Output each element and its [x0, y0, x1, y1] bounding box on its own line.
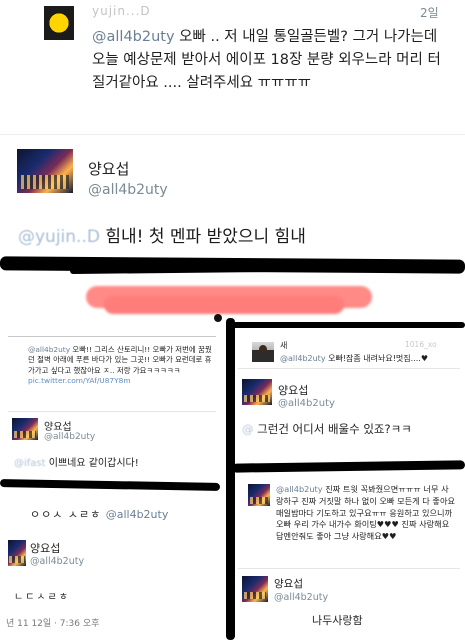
marker-line — [231, 460, 465, 473]
marker-line — [226, 318, 235, 640]
marker-line — [228, 322, 465, 328]
user-name[interactable]: 새 — [280, 340, 287, 351]
mention-link[interactable]: @ — [242, 422, 254, 436]
avatar[interactable] — [8, 540, 26, 566]
avatar[interactable] — [12, 418, 38, 440]
user-name[interactable]: 양요섭 — [274, 576, 303, 591]
reply-text: @yujin..D 힘내! 첫 멘파 받았으니 힘내 — [18, 227, 306, 247]
user-handle[interactable]: @all4b2uty — [274, 592, 328, 603]
reply-text: ㄴㄷㅅㄹㅎ — [14, 592, 70, 603]
reply-text: @ifast 이쁘네요 같이갑시다! — [14, 458, 139, 469]
user-name[interactable]: 양요섭 — [278, 382, 308, 398]
tweet-date: 2일 — [420, 6, 439, 20]
avatar[interactable] — [242, 576, 268, 602]
user-name[interactable]: 양요섭 — [30, 540, 60, 556]
reply-text: @ 그런건 어디서 배울수 있죠?ㅋㅋ — [242, 422, 412, 436]
divider — [238, 568, 460, 569]
marker-line — [0, 479, 221, 491]
tweet-text: ㅇㅇㅅ ㅅㄹㅎ @all4b2uty — [30, 508, 169, 521]
pink-scribble — [104, 296, 344, 314]
user-name[interactable]: 양요섭 — [44, 418, 72, 433]
marker-dot — [214, 314, 222, 322]
mention-link[interactable]: @all4b2uty — [92, 29, 175, 45]
mention-link[interactable]: @yujin..D — [18, 227, 100, 247]
mention-link[interactable]: @all4b2uty — [276, 484, 323, 494]
divider — [8, 411, 216, 412]
user-handle[interactable]: 1016_xo — [405, 340, 437, 349]
tweet-text: @all4b2uty 오빠!잠좀 내려놔요!멋짐....♥ — [280, 354, 428, 363]
divider — [0, 134, 465, 135]
pic-link[interactable]: pic.twitter.com/YAf/U87Y8m — [28, 376, 131, 385]
tweet-text: @all4b2uty 오빠!! 그리스 산토리니!! 오빠가 저번에 꿈꿨던 절… — [28, 345, 212, 386]
divider — [238, 368, 460, 369]
panel-border — [8, 336, 216, 337]
user-name[interactable]: 양요섭 — [88, 158, 129, 179]
tweet-text: @all4b2uty 진짜 트윗 꼭봐줬으면ㅠㅠㅠ 너무 사랑하구 진짜 거짓말… — [276, 484, 456, 542]
mention-link[interactable]: @all4b2uty — [28, 345, 70, 354]
tweet-text: @all4b2uty 오빠 .. 저 내일 통일골든벨? 그거 나가는데 오늘 … — [92, 29, 441, 91]
user-handle[interactable]: @all4b2uty — [278, 398, 335, 409]
user-handle[interactable]: @all4b2uty — [88, 182, 168, 198]
user-handle[interactable]: @all4b2uty — [30, 556, 84, 567]
tweet-date: 년 11 12일 · 7:36 오후 — [6, 619, 100, 629]
avatar[interactable] — [248, 484, 270, 506]
mention-link[interactable]: @ifast — [14, 458, 46, 469]
user-handle[interactable]: @all4b2uty — [44, 432, 95, 442]
mention-link[interactable]: @all4b2uty — [280, 354, 326, 363]
avatar[interactable] — [252, 342, 274, 362]
tweet-author-handle[interactable]: yujin...D — [92, 4, 151, 18]
mention-link[interactable]: @all4b2uty — [106, 508, 169, 521]
reply-text: 나두사랑함 — [312, 614, 363, 627]
avatar[interactable] — [17, 149, 73, 193]
avatar[interactable] — [44, 6, 74, 40]
avatar[interactable] — [242, 379, 272, 405]
